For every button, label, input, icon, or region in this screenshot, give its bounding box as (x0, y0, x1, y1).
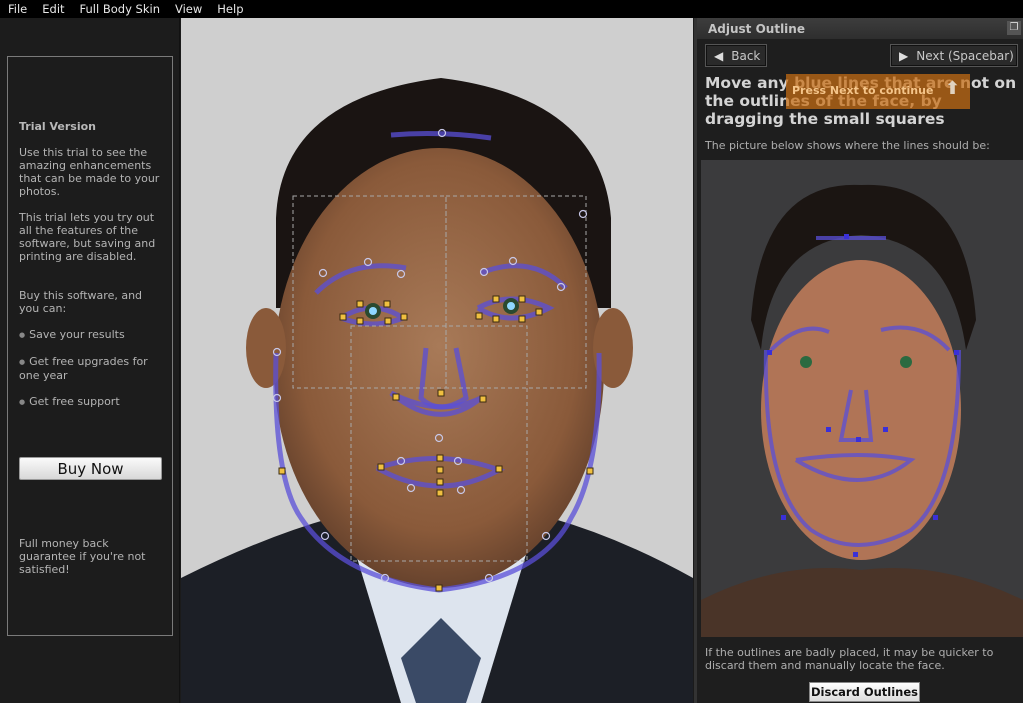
discard-hint: If the outlines are badly placed, it may… (705, 646, 994, 672)
discard-outlines-button[interactable]: Discard Outlines (809, 682, 920, 702)
menu-help[interactable]: Help (217, 2, 243, 16)
menu-view[interactable]: View (175, 2, 202, 16)
back-arrow-icon: ◀ (714, 48, 724, 63)
benefit-item: Get free support (19, 395, 161, 409)
trial-title: Trial Version (19, 120, 97, 133)
trial-description: Use this trial to see the amazing enhanc… (19, 146, 160, 198)
buy-now-button[interactable]: Buy Now (19, 457, 162, 480)
guarantee-text: Full money back guarantee if you're not … (19, 537, 146, 576)
face-photo (181, 18, 693, 703)
next-button[interactable]: ▶ Next (Spacebar) (890, 44, 1018, 67)
adjust-outline-panel: Adjust Outline ❐ ◀ Back ▶ Next (Spacebar… (694, 18, 1023, 703)
up-arrow-icon: ⬆ (944, 78, 960, 99)
menu-full-body-skin[interactable]: Full Body Skin (80, 2, 160, 16)
menu-file[interactable]: File (8, 2, 27, 16)
photo-canvas[interactable] (181, 18, 693, 703)
trial-limitations: This trial lets you try out all the feat… (19, 211, 156, 263)
tooltip-text: Press Next to continue (792, 84, 934, 97)
reference-caption: The picture below shows where the lines … (705, 139, 990, 152)
panel-title: Adjust Outline (708, 21, 805, 36)
restore-window-icon[interactable]: ❐ (1007, 21, 1021, 35)
benefit-item: Save your results (19, 328, 161, 342)
trial-sidebar: Trial Version Use this trial to see the … (0, 18, 180, 703)
reference-image (701, 160, 1023, 637)
back-button[interactable]: ◀ Back (705, 44, 767, 67)
back-label: Back (731, 48, 761, 63)
menu-edit[interactable]: Edit (42, 2, 64, 16)
next-label: Next (Spacebar) (916, 48, 1014, 63)
trial-info-box: Trial Version Use this trial to see the … (7, 56, 173, 636)
continue-tooltip: Press Next to continue ⬆ (786, 74, 970, 109)
menu-bar: File Edit Full Body Skin View Help (0, 0, 1023, 18)
buy-benefits-intro: Buy this software, and you can: (19, 289, 143, 315)
benefit-item: Get free upgrades for one year (19, 355, 161, 382)
panel-header: Adjust Outline ❐ (697, 18, 1023, 39)
next-arrow-icon: ▶ (899, 48, 909, 63)
